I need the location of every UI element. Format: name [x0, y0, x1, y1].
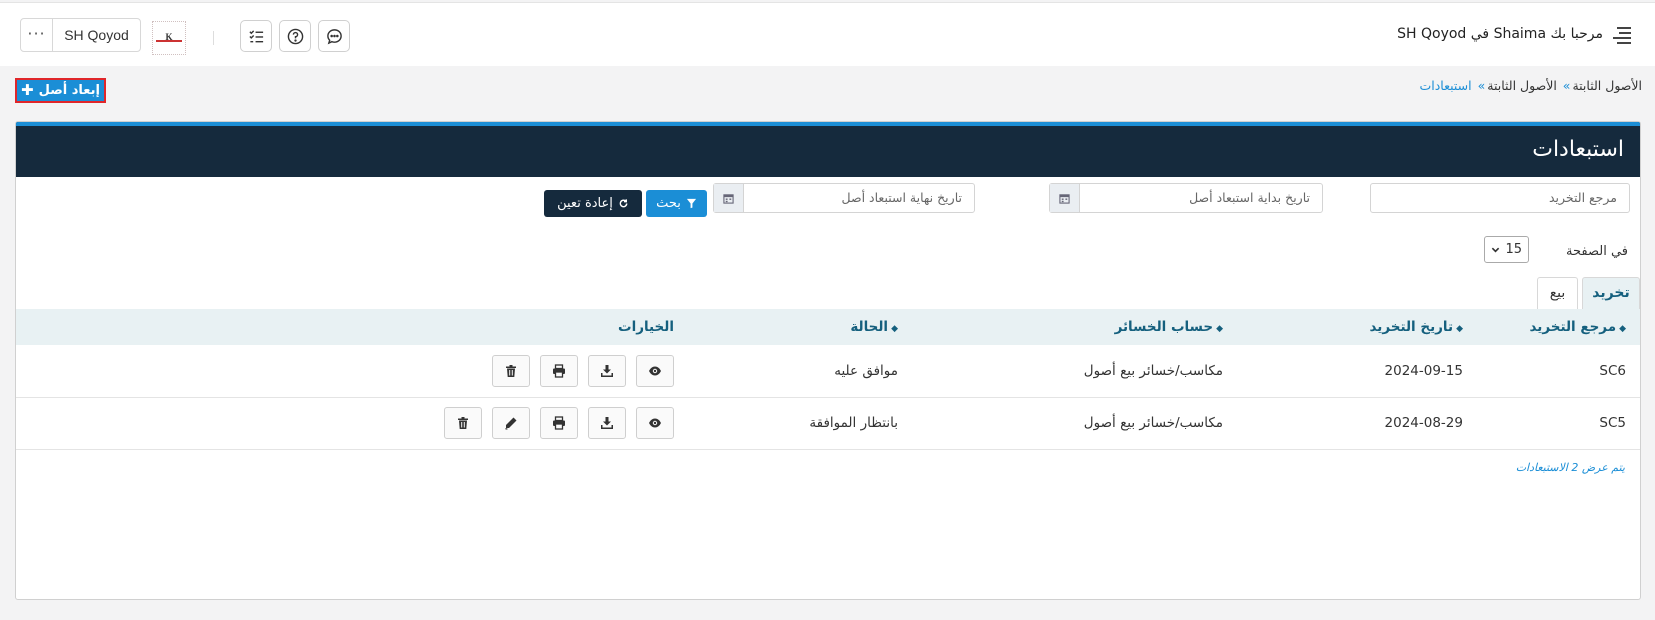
- delete-button[interactable]: [492, 354, 530, 387]
- cell-options: [16, 397, 690, 450]
- tasks-button[interactable]: [240, 20, 272, 52]
- column-header-label: الحالة: [850, 319, 889, 335]
- top-bar: مرحبا بك Shaima في SH Qoyod ··· SH Qoyod…: [0, 2, 1655, 66]
- more-options-button[interactable]: ···: [21, 19, 53, 51]
- download-button[interactable]: [588, 407, 626, 439]
- sort-icon: ◆: [891, 324, 898, 334]
- per-page-select[interactable]: 15: [1484, 236, 1529, 263]
- tab-sale[interactable]: بيع: [1537, 277, 1578, 309]
- plus-icon: ✚: [21, 81, 34, 99]
- breadcrumb-current: استبعادات: [1419, 78, 1472, 93]
- cell-options: [16, 345, 690, 398]
- divider: [213, 31, 214, 45]
- column-header-date[interactable]: ◆تاريخ التخريد: [1239, 309, 1479, 345]
- logo-letter: K: [165, 32, 173, 42]
- cell-date: 2024-08-29: [1239, 397, 1479, 450]
- eye-icon: [649, 418, 661, 428]
- column-header-options: الخيارات: [16, 309, 690, 345]
- download-button[interactable]: [588, 354, 626, 387]
- account-switcher[interactable]: ··· SH Qoyod: [20, 18, 141, 52]
- breadcrumb: الأصول الثابتة» الأصول الثابتة» استبعادا…: [1419, 78, 1642, 93]
- search-label: بحث: [656, 196, 681, 211]
- print-button[interactable]: [540, 354, 578, 387]
- end-date-placeholder: تاريخ نهاية استبعاد أصل: [841, 190, 962, 205]
- reference-placeholder: مرجع التخريد: [1548, 190, 1617, 205]
- reset-label: إعادة تعين: [557, 196, 613, 211]
- chat-icon: [326, 28, 342, 44]
- chevron-down-icon: [1491, 247, 1500, 253]
- cell-date: 2024-09-15: [1239, 345, 1479, 398]
- results-count: يتم عرض 2 الاستبعادات: [1515, 461, 1625, 474]
- start-date-input[interactable]: تاريخ بداية استبعاد أصل: [1049, 183, 1323, 213]
- column-header-label: مرجع التخريد: [1529, 319, 1617, 335]
- per-page-label: في الصفحة: [1566, 244, 1628, 259]
- company-logo: K: [152, 21, 186, 55]
- print-icon: [553, 416, 565, 430]
- trash-icon: [506, 364, 516, 377]
- end-date-input[interactable]: تاريخ نهاية استبعاد أصل: [713, 183, 975, 213]
- pencil-icon: [505, 417, 517, 430]
- panel-header: استبعادات: [16, 122, 1640, 177]
- refresh-icon: [619, 199, 628, 208]
- checklist-icon: [248, 29, 263, 42]
- view-button[interactable]: [636, 407, 674, 439]
- reset-button[interactable]: إعادة تعين: [544, 190, 642, 217]
- company-name[interactable]: SH Qoyod: [53, 19, 140, 51]
- view-button[interactable]: [636, 354, 674, 387]
- edit-button[interactable]: [492, 407, 530, 439]
- cell-reference: SC6: [1479, 345, 1640, 398]
- download-icon: [601, 364, 613, 377]
- cell-loss-account: مكاسب/خسائر بيع أصول: [914, 397, 1239, 450]
- calendar-icon[interactable]: [1050, 184, 1080, 212]
- column-header-label: تاريخ التخريد: [1369, 319, 1454, 335]
- chat-button[interactable]: [318, 20, 350, 52]
- per-page-value: 15: [1505, 242, 1522, 257]
- breadcrumb-separator: »: [1562, 78, 1571, 93]
- cell-status: موافق عليه: [690, 345, 914, 398]
- add-disposal-label: إبعاد أصل: [38, 83, 100, 98]
- page-title: استبعادات: [1532, 137, 1624, 162]
- eye-icon: [649, 366, 661, 376]
- column-header-loss-account[interactable]: ◆حساب الخسائر: [914, 309, 1239, 345]
- cell-reference: SC5: [1479, 397, 1640, 450]
- welcome-text: مرحبا بك Shaima في SH Qoyod: [1397, 26, 1603, 42]
- breadcrumb-item[interactable]: الأصول الثابتة: [1572, 78, 1642, 93]
- table-header-row: ◆مرجع التخريد ◆تاريخ التخريد ◆حساب الخسا…: [16, 309, 1640, 345]
- delete-button[interactable]: [444, 407, 482, 439]
- disposals-table: ◆مرجع التخريد ◆تاريخ التخريد ◆حساب الخسا…: [16, 309, 1640, 450]
- sort-icon: ◆: [1456, 324, 1463, 334]
- search-button[interactable]: بحث: [646, 190, 707, 217]
- disposals-panel: استبعادات مرجع التخريد تاريخ بداية استبع…: [15, 121, 1641, 600]
- cell-status: بانتظار الموافقة: [690, 397, 914, 450]
- print-button[interactable]: [540, 407, 578, 439]
- breadcrumb-separator: »: [1477, 78, 1486, 93]
- sort-icon: ◆: [1216, 324, 1223, 334]
- help-button[interactable]: [279, 20, 311, 52]
- tab-scrap[interactable]: تخريد: [1582, 277, 1640, 309]
- cell-loss-account: مكاسب/خسائر بيع أصول: [914, 345, 1239, 398]
- menu-icon[interactable]: [1613, 27, 1631, 44]
- question-icon: [287, 28, 303, 44]
- reference-filter-input[interactable]: مرجع التخريد: [1370, 183, 1630, 213]
- add-disposal-button[interactable]: ✚ إبعاد أصل: [15, 78, 106, 103]
- table-row: SC5 2024-08-29 مكاسب/خسائر بيع أصول بانت…: [16, 397, 1640, 450]
- table-row: SC6 2024-09-15 مكاسب/خسائر بيع أصول مواف…: [16, 345, 1640, 398]
- sort-icon: ◆: [1619, 324, 1626, 334]
- calendar-icon[interactable]: [714, 184, 744, 212]
- start-date-placeholder: تاريخ بداية استبعاد أصل: [1189, 190, 1310, 205]
- print-icon: [553, 364, 565, 378]
- filter-icon: [686, 198, 696, 209]
- column-header-status[interactable]: ◆الحالة: [690, 309, 914, 345]
- column-header-reference[interactable]: ◆مرجع التخريد: [1479, 309, 1640, 345]
- breadcrumb-item[interactable]: الأصول الثابتة: [1487, 78, 1557, 93]
- trash-icon: [458, 417, 468, 429]
- download-icon: [601, 417, 613, 429]
- column-header-label: حساب الخسائر: [1114, 319, 1214, 335]
